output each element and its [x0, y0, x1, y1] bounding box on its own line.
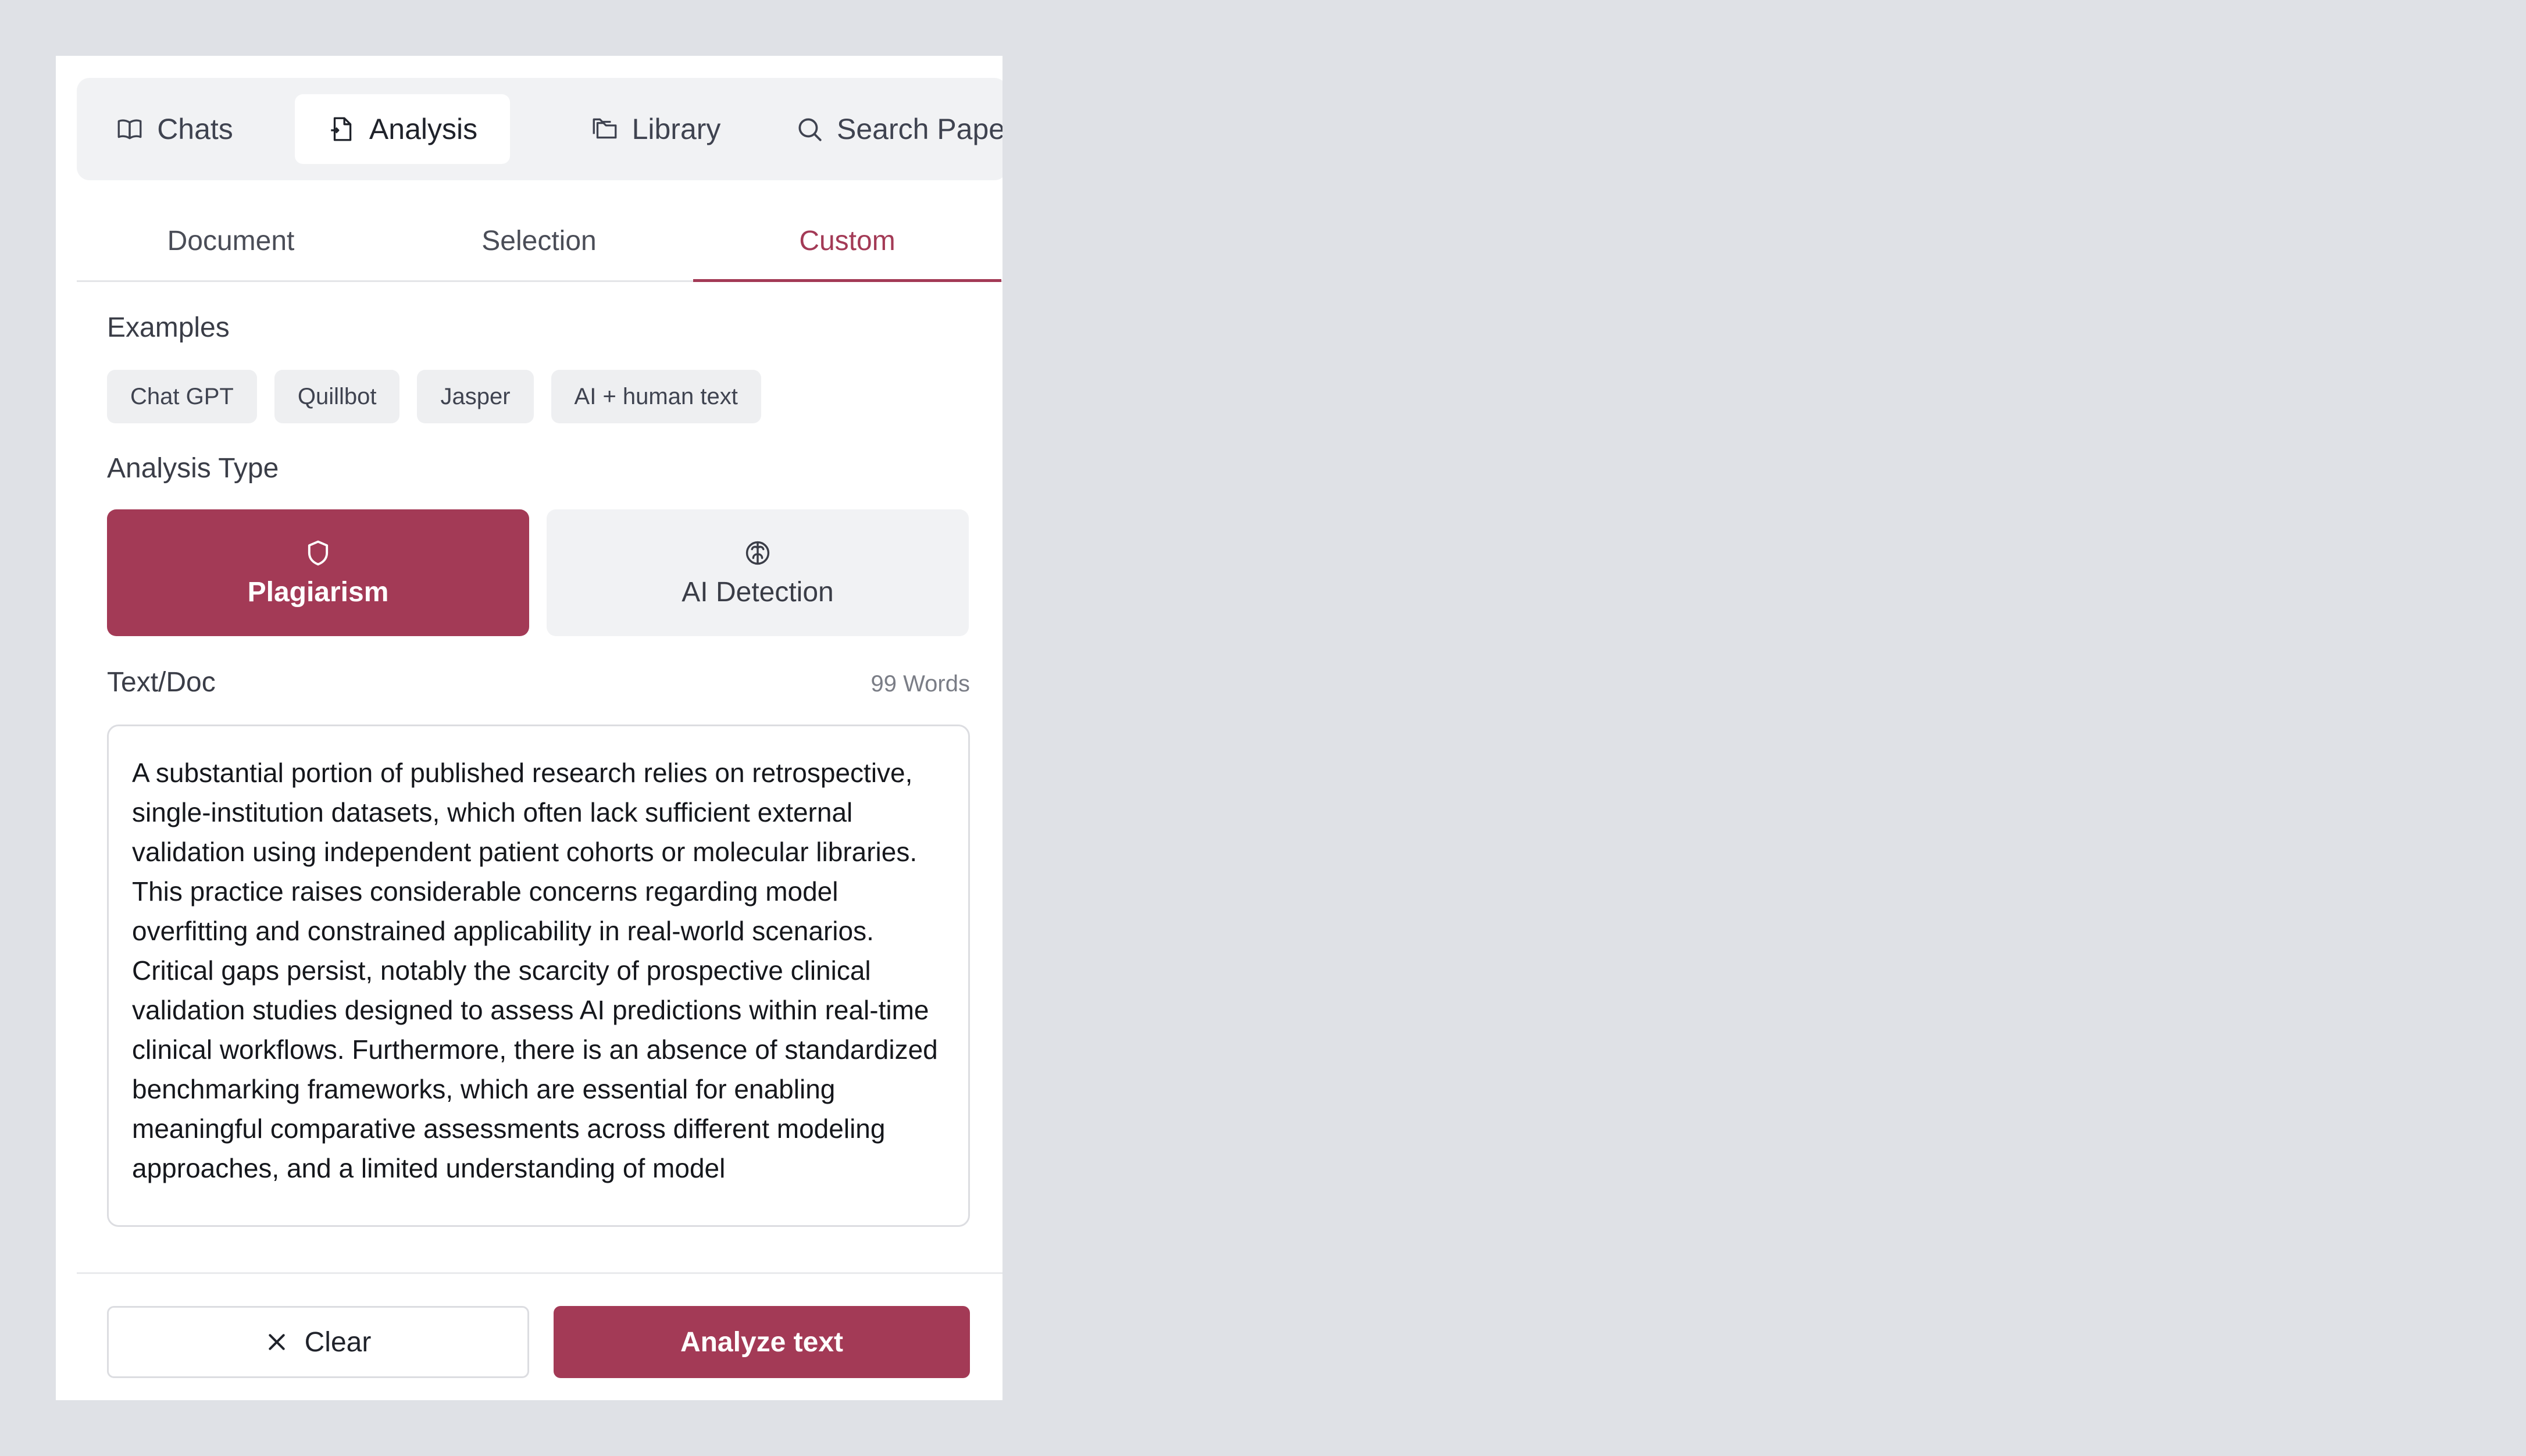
brain-icon: [745, 541, 770, 565]
document-icon: [331, 117, 352, 141]
analyze-text-button[interactable]: Analyze text: [554, 1306, 970, 1378]
ai-detection-option-button[interactable]: AI Detection: [547, 509, 969, 636]
plagiarism-option-button[interactable]: Plagiarism: [107, 509, 529, 636]
examples-label: Examples: [107, 312, 230, 343]
nav-tab-library[interactable]: Library: [556, 94, 754, 164]
clear-button[interactable]: Clear: [107, 1306, 529, 1378]
plagiarism-option-label: Plagiarism: [247, 576, 389, 608]
example-chips: Chat GPT Quillbot Jasper AI + human text: [107, 370, 761, 423]
nav-tab-label: Analysis: [369, 113, 478, 145]
text-input-area[interactable]: A substantial portion of published resea…: [107, 725, 970, 1227]
example-chip-chatgpt[interactable]: Chat GPT: [107, 370, 257, 423]
book-open-icon: [117, 119, 142, 140]
analysis-type-label: Analysis Type: [107, 453, 279, 484]
text-doc-label: Text/Doc: [107, 667, 216, 698]
example-chip-ai-human[interactable]: AI + human text: [551, 370, 761, 423]
nav-tab-label: Chats: [157, 113, 233, 145]
top-navigation: Chats Analysis Library Search Pape: [77, 78, 1002, 180]
ai-detection-option-label: AI Detection: [682, 576, 834, 608]
nav-tab-label: Library: [632, 113, 721, 145]
analysis-panel: Chats Analysis Library Search Pape Docum…: [56, 56, 1002, 1400]
clear-button-label: Clear: [304, 1326, 372, 1358]
folders-icon: [593, 118, 616, 139]
tab-document[interactable]: Document: [77, 201, 385, 280]
example-chip-quillbot[interactable]: Quillbot: [274, 370, 400, 423]
footer-divider: [77, 1272, 1002, 1274]
example-chip-jasper[interactable]: Jasper: [417, 370, 534, 423]
nav-tab-search-papers[interactable]: Search Pape: [772, 94, 1002, 164]
shield-icon: [308, 540, 329, 565]
nav-tab-analysis[interactable]: Analysis: [295, 94, 510, 164]
word-count: 99 Words: [870, 671, 970, 697]
tab-selection[interactable]: Selection: [385, 201, 693, 280]
analysis-subtabs: Document Selection Custom: [77, 201, 1002, 282]
tab-custom[interactable]: Custom: [693, 201, 1001, 282]
search-icon: [798, 118, 822, 141]
nav-tab-chats[interactable]: Chats: [100, 94, 248, 164]
close-icon: [268, 1334, 285, 1350]
nav-tab-label: Search Pape: [837, 113, 1002, 145]
